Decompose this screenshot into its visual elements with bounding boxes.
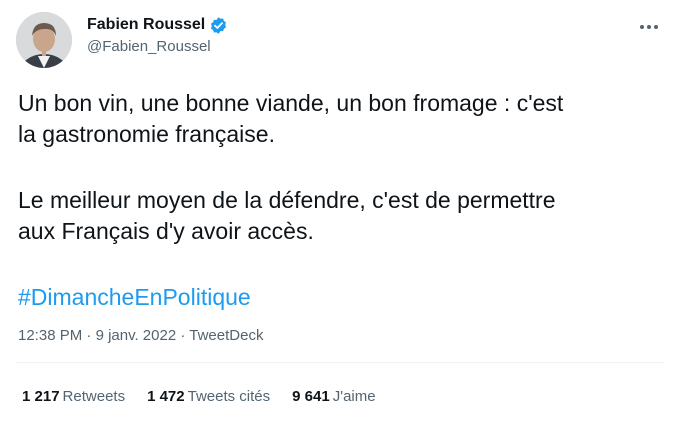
author-header: Fabien Roussel @Fabien_Roussel [87, 14, 228, 55]
display-name[interactable]: Fabien Roussel [87, 16, 205, 34]
tweet-card: Fabien Roussel @Fabien_Roussel Un bon vi… [0, 0, 680, 430]
name-row: Fabien Roussel [87, 14, 228, 36]
likes-label: J'aime [332, 388, 376, 405]
tweet-date[interactable]: 9 janv. 2022 [96, 327, 177, 344]
quote-tweets-stat[interactable]: 1 472 Tweets cités [147, 388, 270, 405]
avatar[interactable] [16, 12, 72, 68]
tweet-text: Un bon vin, une bonne viande, un bon fro… [18, 88, 668, 313]
meta-separator: · [86, 327, 96, 344]
avatar-photo [16, 12, 72, 68]
author-handle[interactable]: @Fabien_Roussel [87, 38, 228, 55]
divider [16, 362, 664, 363]
likes-count: 9 641 [292, 388, 330, 405]
retweets-label: Retweets [62, 388, 126, 405]
quotes-label: Tweets cités [187, 388, 271, 405]
retweets-stat[interactable]: 1 217 Retweets [22, 388, 125, 405]
retweets-count: 1 217 [22, 388, 60, 405]
likes-stat[interactable]: 9 641 J'aime [292, 388, 375, 405]
meta-separator: · [180, 327, 190, 344]
tweet-source[interactable]: TweetDeck [189, 327, 263, 344]
tweet-line-2: la gastronomie française. [18, 121, 275, 147]
tweet-line-4: aux Français d'y avoir accès. [18, 218, 314, 244]
more-options-icon[interactable] [636, 14, 662, 40]
tweet-line-1: Un bon vin, une bonne viande, un bon fro… [18, 90, 564, 116]
verified-badge-icon [209, 16, 228, 35]
tweet-line-3: Le meilleur moyen de la défendre, c'est … [18, 187, 556, 213]
tweet-metadata: 12:38 PM · 9 janv. 2022 · TweetDeck [18, 327, 263, 344]
tweet-time[interactable]: 12:38 PM [18, 327, 82, 344]
quotes-count: 1 472 [147, 388, 185, 405]
tweet-stats: 1 217 Retweets 1 472 Tweets cités 9 641 J'a… [22, 388, 398, 405]
hashtag-link[interactable]: #DimancheEnPolitique [18, 284, 251, 310]
